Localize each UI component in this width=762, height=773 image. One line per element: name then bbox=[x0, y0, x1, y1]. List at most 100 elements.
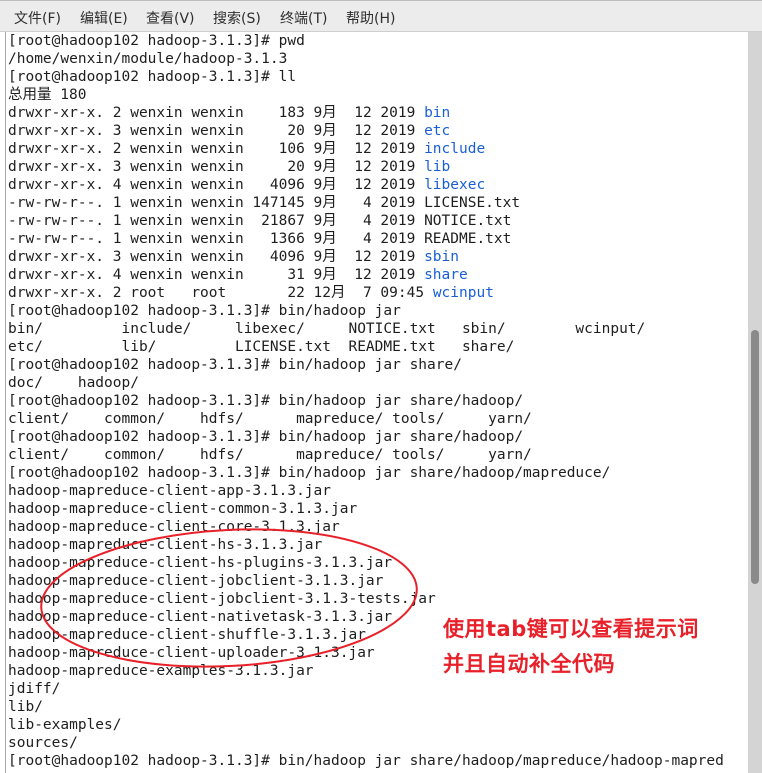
terminal-line: drwxr-xr-x. 2 root root 22 12月 7 09:45 w… bbox=[6, 284, 748, 302]
directory-name: etc bbox=[424, 123, 451, 139]
terminal-line: 总用量 180 bbox=[6, 86, 748, 104]
terminal-text: [root@hadoop102 hadoop-3.1.3]# pwd bbox=[8, 33, 305, 49]
terminal-text: hadoop-mapreduce-client-jobclient-3.1.3.… bbox=[8, 573, 384, 589]
terminal-text: hadoop-mapreduce-client-jobclient-3.1.3-… bbox=[8, 591, 436, 607]
terminal-text: [root@hadoop102 hadoop-3.1.3]# bin/hadoo… bbox=[8, 357, 462, 373]
terminal-text: drwxr-xr-x. 2 wenxin wenxin 183 9月 12 20… bbox=[8, 105, 425, 121]
terminal-line: client/ common/ hdfs/ mapreduce/ tools/ … bbox=[6, 446, 748, 464]
menu-terminal[interactable]: 终端(T) bbox=[280, 8, 327, 28]
directory-name: bin bbox=[424, 105, 451, 121]
terminal-text: [root@hadoop102 hadoop-3.1.3]# bin/hadoo… bbox=[8, 429, 524, 445]
terminal-line: drwxr-xr-x. 2 wenxin wenxin 183 9月 12 20… bbox=[6, 104, 748, 122]
terminal-text: hadoop-mapreduce-client-hs-3.1.3.jar bbox=[8, 537, 323, 553]
terminal-text: client/ common/ hdfs/ mapreduce/ tools/ … bbox=[8, 411, 532, 427]
terminal-text: /home/wenxin/module/hadoop-3.1.3 bbox=[8, 51, 288, 67]
directory-name: wcinput bbox=[432, 285, 494, 301]
terminal-text: [root@hadoop102 hadoop-3.1.3]# bin/hadoo… bbox=[8, 393, 524, 409]
terminal-text: -rw-rw-r--. 1 wenxin wenxin 21867 9月 4 2… bbox=[8, 213, 512, 229]
terminal-line: drwxr-xr-x. 3 wenxin wenxin 20 9月 12 201… bbox=[6, 122, 748, 140]
menu-file[interactable]: 文件(F) bbox=[14, 8, 61, 28]
terminal-line: [root@hadoop102 hadoop-3.1.3]# bin/hadoo… bbox=[6, 464, 748, 482]
terminal-line: hadoop-mapreduce-client-common-3.1.3.jar bbox=[6, 500, 748, 518]
terminal-output[interactable]: [root@hadoop102 hadoop-3.1.3]# pwd/home/… bbox=[5, 32, 748, 773]
terminal-line: /home/wenxin/module/hadoop-3.1.3 bbox=[6, 50, 748, 68]
terminal-text: drwxr-xr-x. 2 root root 22 12月 7 09:45 bbox=[8, 285, 433, 301]
terminal-line: drwxr-xr-x. 4 wenxin wenxin 4096 9月 12 2… bbox=[6, 176, 748, 194]
terminal-line: drwxr-xr-x. 3 wenxin wenxin 20 9月 12 201… bbox=[6, 158, 748, 176]
terminal-line: sources/ bbox=[6, 734, 748, 752]
terminal-text: drwxr-xr-x. 4 wenxin wenxin 4096 9月 12 2… bbox=[8, 177, 425, 193]
terminal-line: hadoop-mapreduce-examples-3.1.3.jar bbox=[6, 662, 748, 680]
terminal-line: lib-examples/ bbox=[6, 716, 748, 734]
scrollbar-thumb[interactable] bbox=[751, 330, 759, 584]
terminal-line: [root@hadoop102 hadoop-3.1.3]# ll bbox=[6, 68, 748, 86]
terminal-text: drwxr-xr-x. 3 wenxin wenxin 20 9月 12 201… bbox=[8, 123, 425, 139]
vertical-scrollbar[interactable] bbox=[748, 32, 762, 773]
menu-search[interactable]: 搜索(S) bbox=[213, 8, 261, 28]
terminal-text: hadoop-mapreduce-client-common-3.1.3.jar bbox=[8, 501, 358, 517]
terminal-text: drwxr-xr-x. 3 wenxin wenxin 20 9月 12 201… bbox=[8, 159, 425, 175]
directory-name: share bbox=[424, 267, 468, 283]
terminal-text: hadoop-mapreduce-client-hs-plugins-3.1.3… bbox=[8, 555, 393, 571]
terminal-line: [root@hadoop102 hadoop-3.1.3]# pwd bbox=[6, 32, 748, 50]
terminal-text: -rw-rw-r--. 1 wenxin wenxin 1366 9月 4 20… bbox=[8, 231, 512, 247]
terminal-text: bin/ include/ libexec/ NOTICE.txt sbin/ … bbox=[8, 321, 646, 337]
terminal-text: hadoop-mapreduce-examples-3.1.3.jar bbox=[8, 663, 314, 679]
menu-help[interactable]: 帮助(H) bbox=[346, 8, 395, 28]
annotation-text-line1: 使用tab键可以查看提示词 bbox=[443, 617, 699, 641]
terminal-line: hadoop-mapreduce-client-jobclient-3.1.3.… bbox=[6, 572, 748, 590]
terminal-line: hadoop-mapreduce-client-uploader-3.1.3.j… bbox=[6, 644, 748, 662]
annotation-text-line2: 并且自动补全代码 bbox=[443, 652, 615, 676]
terminal-line: -rw-rw-r--. 1 wenxin wenxin 147145 9月 4 … bbox=[6, 194, 748, 212]
terminal-text: -rw-rw-r--. 1 wenxin wenxin 147145 9月 4 … bbox=[8, 195, 521, 211]
terminal-line: bin/ include/ libexec/ NOTICE.txt sbin/ … bbox=[6, 320, 748, 338]
terminal-text: doc/ hadoop/ bbox=[8, 375, 139, 391]
terminal-text: [root@hadoop102 hadoop-3.1.3]# bin/hadoo… bbox=[8, 465, 611, 481]
terminal-line: doc/ hadoop/ bbox=[6, 374, 748, 392]
terminal-line: jdiff/ bbox=[6, 680, 748, 698]
terminal-line: etc/ lib/ LICENSE.txt README.txt share/ bbox=[6, 338, 748, 356]
menu-bar: 文件(F) 编辑(E) 查看(V) 搜索(S) 终端(T) 帮助(H) bbox=[0, 0, 762, 32]
terminal-line: hadoop-mapreduce-client-hs-plugins-3.1.3… bbox=[6, 554, 748, 572]
terminal-text: sources/ bbox=[8, 735, 78, 751]
terminal-line: -rw-rw-r--. 1 wenxin wenxin 21867 9月 4 2… bbox=[6, 212, 748, 230]
terminal-line: lib/ bbox=[6, 698, 748, 716]
terminal-line: hadoop-mapreduce-client-jobclient-3.1.3-… bbox=[6, 590, 748, 608]
menu-view[interactable]: 查看(V) bbox=[146, 8, 195, 28]
terminal-line: [root@hadoop102 hadoop-3.1.3]# bin/hadoo… bbox=[6, 302, 748, 320]
terminal-text: drwxr-xr-x. 3 wenxin wenxin 4096 9月 12 2… bbox=[8, 249, 425, 265]
terminal-text: [root@hadoop102 hadoop-3.1.3]# bin/hadoo… bbox=[8, 753, 724, 769]
terminal-line: [root@hadoop102 hadoop-3.1.3]# bin/hadoo… bbox=[6, 356, 748, 374]
terminal-text: drwxr-xr-x. 2 wenxin wenxin 106 9月 12 20… bbox=[8, 141, 425, 157]
terminal-text: lib-examples/ bbox=[8, 717, 122, 733]
directory-name: lib bbox=[424, 159, 451, 175]
terminal-line: [root@hadoop102 hadoop-3.1.3]# bin/hadoo… bbox=[6, 428, 748, 446]
directory-name: sbin bbox=[424, 249, 459, 265]
terminal-text: [root@hadoop102 hadoop-3.1.3]# bin/hadoo… bbox=[8, 303, 401, 319]
terminal-line: drwxr-xr-x. 2 wenxin wenxin 106 9月 12 20… bbox=[6, 140, 748, 158]
terminal-text: 总用量 180 bbox=[8, 87, 87, 103]
terminal-text: jdiff/ bbox=[8, 681, 61, 697]
terminal-line: hadoop-mapreduce-client-hs-3.1.3.jar bbox=[6, 536, 748, 554]
terminal-text: hadoop-mapreduce-client-app-3.1.3.jar bbox=[8, 483, 332, 499]
terminal-text: [root@hadoop102 hadoop-3.1.3]# ll bbox=[8, 69, 297, 85]
terminal-line: [root@hadoop102 hadoop-3.1.3]# bin/hadoo… bbox=[6, 392, 748, 410]
terminal-text: etc/ lib/ LICENSE.txt README.txt share/ bbox=[8, 339, 515, 355]
terminal-text: lib/ bbox=[8, 699, 43, 715]
terminal-text: drwxr-xr-x. 4 wenxin wenxin 31 9月 12 201… bbox=[8, 267, 425, 283]
directory-name: include bbox=[424, 141, 486, 157]
terminal-line: [root@hadoop102 hadoop-3.1.3]# bin/hadoo… bbox=[6, 752, 748, 770]
terminal-line: drwxr-xr-x. 3 wenxin wenxin 4096 9月 12 2… bbox=[6, 248, 748, 266]
terminal-text: client/ common/ hdfs/ mapreduce/ tools/ … bbox=[8, 447, 532, 463]
terminal-line: hadoop-mapreduce-client-app-3.1.3.jar bbox=[6, 482, 748, 500]
terminal-line: drwxr-xr-x. 4 wenxin wenxin 31 9月 12 201… bbox=[6, 266, 748, 284]
menu-edit[interactable]: 编辑(E) bbox=[80, 8, 128, 28]
terminal-text: hadoop-mapreduce-client-shuffle-3.1.3.ja… bbox=[8, 627, 366, 643]
terminal-text: hadoop-mapreduce-client-uploader-3.1.3.j… bbox=[8, 645, 375, 661]
terminal-text: hadoop-mapreduce-client-nativetask-3.1.3… bbox=[8, 609, 393, 625]
terminal-text: hadoop-mapreduce-client-core-3.1.3.jar bbox=[8, 519, 340, 535]
terminal-line: client/ common/ hdfs/ mapreduce/ tools/ … bbox=[6, 410, 748, 428]
terminal-line: -rw-rw-r--. 1 wenxin wenxin 1366 9月 4 20… bbox=[6, 230, 748, 248]
directory-name: libexec bbox=[424, 177, 486, 193]
terminal-line: hadoop-mapreduce-client-core-3.1.3.jar bbox=[6, 518, 748, 536]
